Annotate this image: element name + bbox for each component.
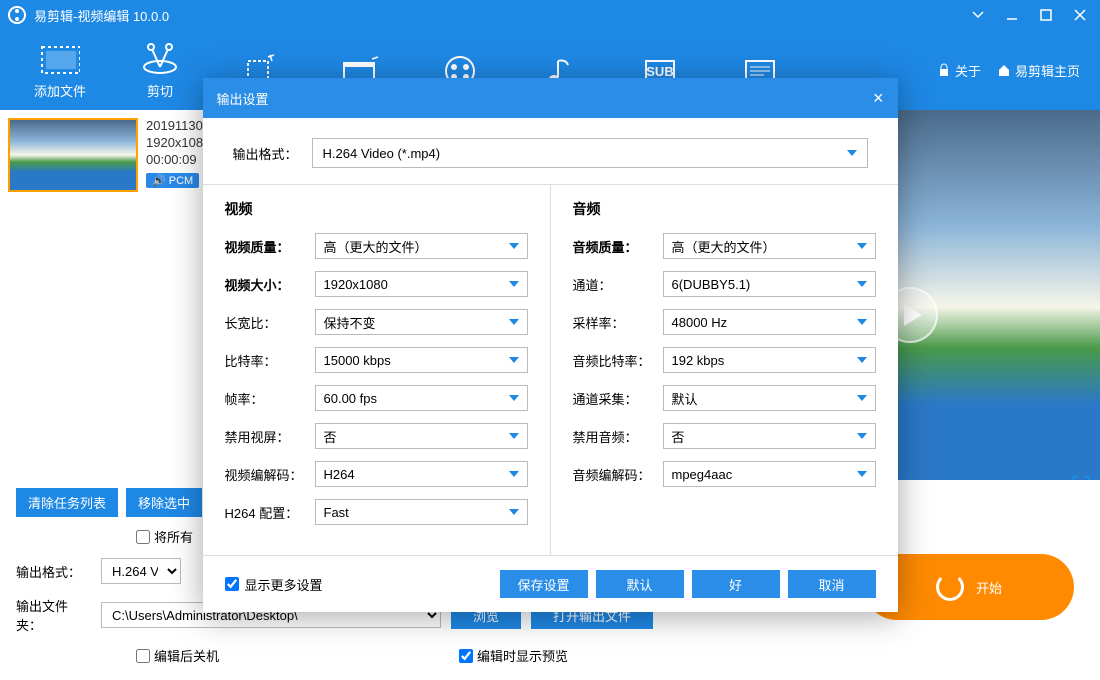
audio-capture-select[interactable]: 默认 xyxy=(663,385,876,411)
shutdown-checkbox[interactable] xyxy=(136,649,150,663)
apply-all-checkbox[interactable] xyxy=(136,530,150,544)
cut-button[interactable]: 剪切 xyxy=(110,35,210,106)
chevron-down-icon xyxy=(847,150,857,156)
apply-all-label: 将所有 xyxy=(154,527,193,546)
clip-duration: 00:00:09 xyxy=(146,152,210,167)
cut-label: 剪切 xyxy=(147,81,173,100)
clip-thumbnail xyxy=(8,118,138,192)
output-folder-label: 输出文件夹： xyxy=(16,596,91,634)
about-link[interactable]: 关于 xyxy=(937,61,981,80)
clear-list-button[interactable]: 清除任务列表 xyxy=(16,488,118,517)
video-disable-select[interactable]: 否 xyxy=(315,423,528,449)
audio-heading: 音频 xyxy=(573,199,876,219)
close-icon[interactable] xyxy=(1068,3,1092,27)
maximize-icon[interactable] xyxy=(1034,3,1058,27)
clip-resolution: 1920x1080 xyxy=(146,135,210,150)
app-title: 易剪辑-视频编辑 10.0.0 xyxy=(34,6,169,25)
app-logo-icon xyxy=(8,6,26,24)
svg-text:SUB: SUB xyxy=(646,64,673,79)
modal-title: 输出设置 xyxy=(217,89,269,108)
show-more-label: 显示更多设置 xyxy=(245,575,323,594)
cancel-button[interactable]: 取消 xyxy=(788,570,876,598)
modal-format-select[interactable]: H.264 Video (*.mp4) xyxy=(312,138,868,168)
video-fps-select[interactable]: 60.00 fps xyxy=(315,385,528,411)
save-settings-button[interactable]: 保存设置 xyxy=(500,570,588,598)
output-settings-modal: 输出设置 × 输出格式： H.264 Video (*.mp4) 视频 视频质量… xyxy=(203,78,898,612)
clip-date: 20191130 xyxy=(146,118,210,133)
modal-format-label: 输出格式： xyxy=(233,144,298,163)
shutdown-label: 编辑后关机 xyxy=(154,646,219,665)
video-quality-select[interactable]: 高（更大的文件） xyxy=(315,233,528,259)
video-profile-select[interactable]: Fast xyxy=(315,499,528,525)
ok-button[interactable]: 好 xyxy=(692,570,780,598)
dropdown-icon[interactable] xyxy=(966,3,990,27)
cut-icon xyxy=(140,41,180,79)
add-file-icon xyxy=(40,41,80,79)
video-bitrate-select[interactable]: 15000 kbps xyxy=(315,347,528,373)
video-column: 视频 视频质量：高（更大的文件） 视频大小：1920x1080 长宽比：保持不变… xyxy=(203,185,550,555)
audio-channel-select[interactable]: 6(DUBBY5.1) xyxy=(663,271,876,297)
remove-selected-button[interactable]: 移除选中 xyxy=(126,488,202,517)
video-aspect-select[interactable]: 保持不变 xyxy=(315,309,528,335)
video-heading: 视频 xyxy=(225,199,528,219)
show-more-checkbox[interactable] xyxy=(225,577,239,591)
audio-bitrate-select[interactable]: 192 kbps xyxy=(663,347,876,373)
minimize-icon[interactable] xyxy=(1000,3,1024,27)
home-link[interactable]: 易剪辑主页 xyxy=(997,61,1080,80)
audio-disable-select[interactable]: 否 xyxy=(663,423,876,449)
spinner-icon xyxy=(936,573,964,601)
titlebar: 易剪辑-视频编辑 10.0.0 xyxy=(0,0,1100,30)
video-codec-select[interactable]: H264 xyxy=(315,461,528,487)
modal-titlebar: 输出设置 × xyxy=(203,78,898,118)
add-file-label: 添加文件 xyxy=(34,81,86,100)
default-button[interactable]: 默认 xyxy=(596,570,684,598)
output-format-select[interactable]: H.264 Video xyxy=(101,558,181,584)
audio-codec-select[interactable]: mpeg4aac xyxy=(663,461,876,487)
audio-column: 音频 音频质量：高（更大的文件） 通道：6(DUBBY5.1) 采样率：4800… xyxy=(550,185,898,555)
audio-sample-select[interactable]: 48000 Hz xyxy=(663,309,876,335)
home-icon xyxy=(997,63,1011,77)
modal-close-icon[interactable]: × xyxy=(873,88,884,109)
add-file-button[interactable]: 添加文件 xyxy=(10,35,110,106)
video-size-select[interactable]: 1920x1080 xyxy=(315,271,528,297)
preview-label: 编辑时显示预览 xyxy=(477,646,568,665)
output-format-label: 输出格式： xyxy=(16,562,91,581)
preview-checkbox[interactable] xyxy=(459,649,473,663)
clip-audio-badge: 🔊 PCM xyxy=(146,173,199,188)
lock-icon xyxy=(937,63,951,77)
audio-quality-select[interactable]: 高（更大的文件） xyxy=(663,233,876,259)
